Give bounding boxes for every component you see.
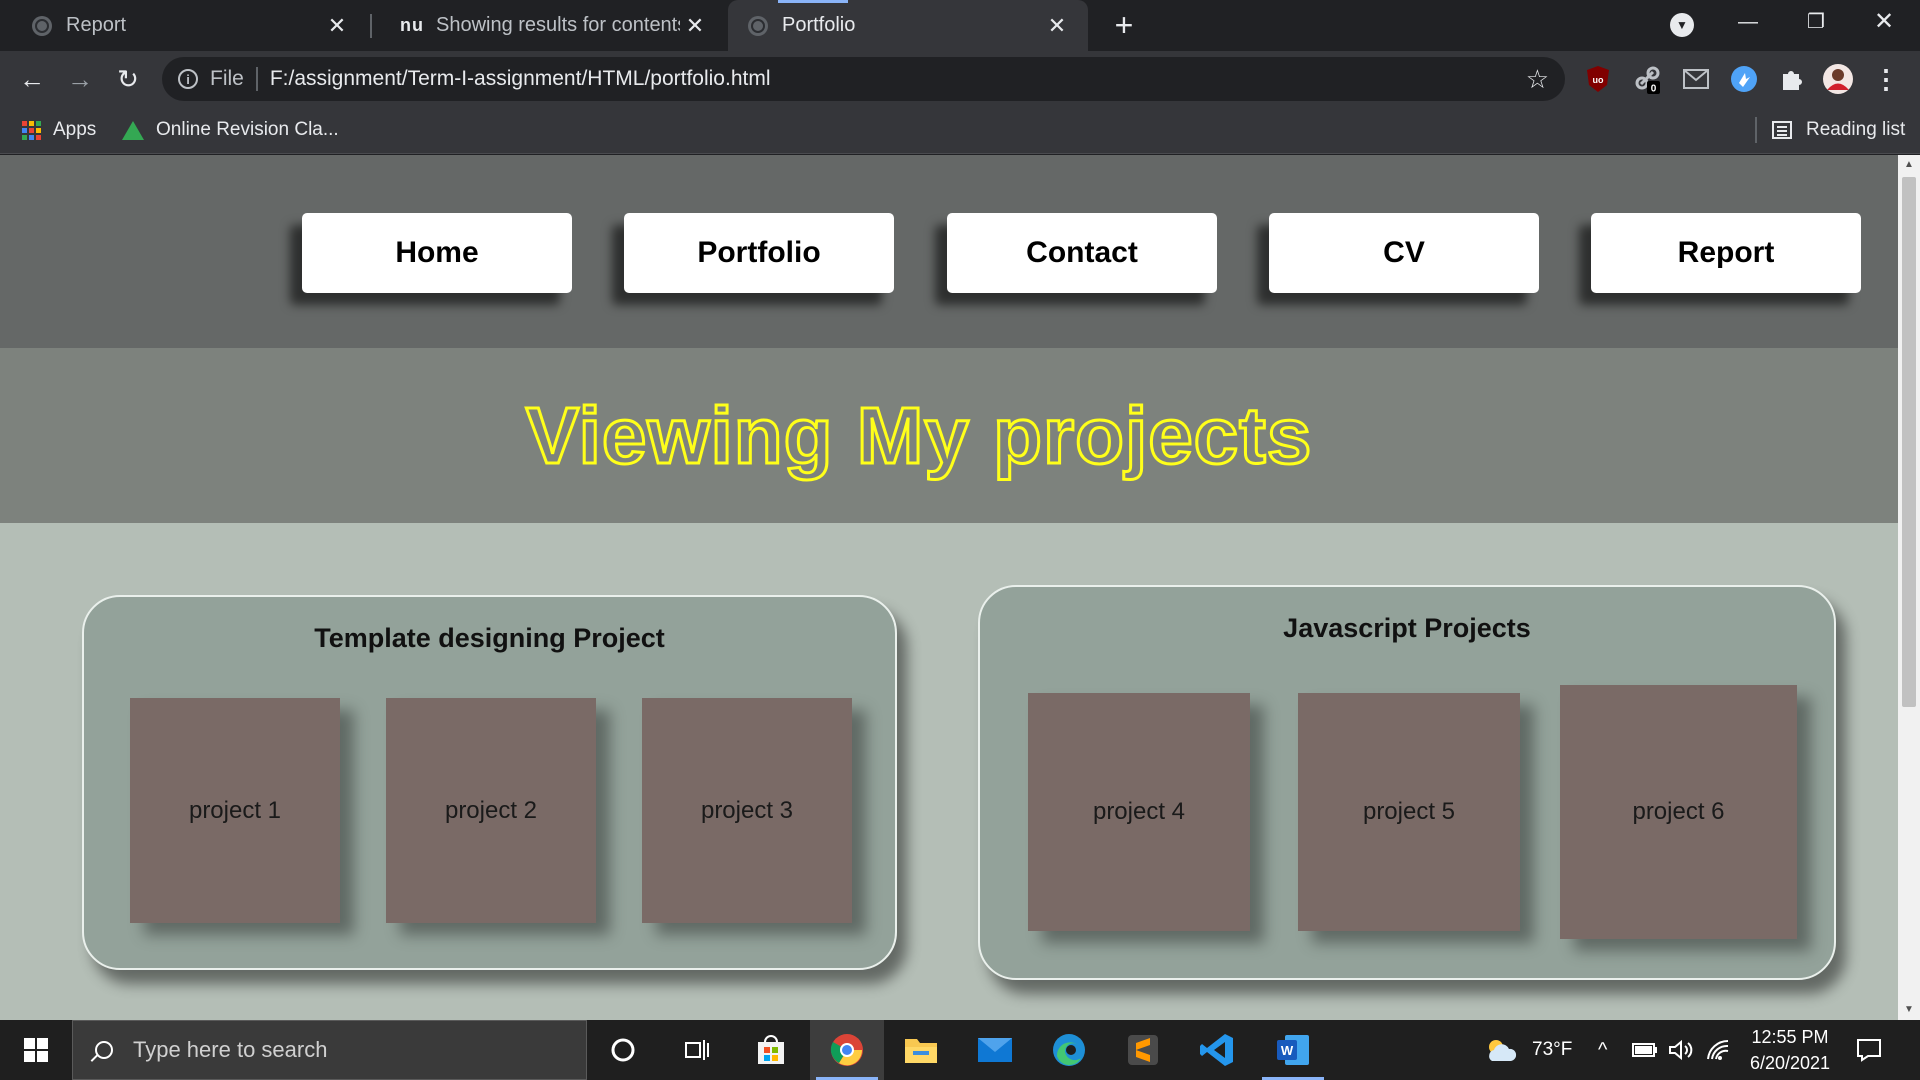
tab-report[interactable]: Report ✕ [0, 0, 368, 51]
weather-widget[interactable]: 73°F [1484, 1020, 1572, 1080]
back-button[interactable]: ← [12, 59, 52, 99]
system-clock[interactable]: 12:55 PM 6/20/2021 [1735, 1024, 1845, 1076]
microsoft-store-icon[interactable] [734, 1020, 808, 1080]
sublime-text-icon[interactable] [1106, 1020, 1180, 1080]
tab-title: Showing results for contents of t [436, 14, 680, 36]
nu-logo-icon: nu [400, 15, 424, 35]
project-card[interactable]: project 1 [130, 698, 340, 923]
tab-portfolio[interactable]: Portfolio ✕ [728, 0, 1088, 51]
start-button[interactable] [0, 1020, 72, 1080]
close-icon[interactable]: ✕ [680, 13, 710, 39]
divider [1755, 117, 1757, 143]
reading-list-label: Reading list [1806, 119, 1906, 140]
browser-tab-strip: Report ✕ nu Showing results for contents… [0, 0, 1920, 51]
hero-banner: Viewing My projects [0, 348, 1898, 523]
page-scrollbar[interactable]: ▲ ▼ [1898, 155, 1920, 1020]
globe-icon [748, 15, 768, 36]
tab-search-results[interactable]: nu Showing results for contents of t ✕ [372, 0, 726, 51]
menu-kebab-icon[interactable]: ⋮ [1870, 63, 1902, 95]
new-tab-button[interactable]: + [1106, 8, 1142, 44]
bookmarks-bar: Apps Online Revision Cla... Reading list [0, 107, 1920, 154]
section-title: Javascript Projects [1283, 613, 1531, 643]
reading-list-icon [1772, 121, 1792, 139]
close-window-button[interactable]: ✕ [1850, 0, 1918, 44]
battery-icon[interactable] [1632, 1020, 1658, 1080]
nav-portfolio-button[interactable]: Portfolio [612, 213, 894, 305]
wifi-icon[interactable] [1706, 1020, 1730, 1080]
link-extension-icon[interactable]: 0 [1632, 63, 1664, 95]
chevron-up-icon[interactable]: ^ [1598, 1020, 1607, 1080]
scroll-down-icon[interactable]: ▼ [1898, 1000, 1920, 1020]
clock-time: 12:55 PM [1751, 1027, 1829, 1047]
nav-home-button[interactable]: Home [290, 213, 572, 305]
bookmark-online-revision[interactable]: Online Revision Cla... [122, 107, 339, 153]
svg-text:uo: uo [1593, 75, 1604, 85]
project-card[interactable]: project 4 [1028, 693, 1250, 931]
bookmark-label: Online Revision Cla... [156, 119, 339, 140]
blue-extension-icon[interactable] [1728, 63, 1760, 95]
mail-icon[interactable] [1680, 63, 1712, 95]
page-title: Viewing My projects [524, 389, 1313, 481]
tab-title: Portfolio [782, 14, 856, 36]
extension-badge: 0 [1651, 84, 1657, 95]
google-drive-icon [122, 120, 144, 140]
globe-icon [32, 15, 52, 36]
search-icon [95, 1041, 113, 1059]
vscode-icon[interactable] [1180, 1020, 1254, 1080]
tab-title: Report [66, 14, 127, 36]
close-icon[interactable]: ✕ [1042, 13, 1072, 39]
edge-icon[interactable] [1032, 1020, 1106, 1080]
url-text[interactable]: F:/assignment/Term-I-assignment/HTML/por… [270, 67, 1526, 91]
project-card[interactable]: project 3 [642, 698, 852, 923]
nav-report-button[interactable]: Report [1579, 213, 1861, 305]
browser-toolbar: ← → ↻ i File F:/assignment/Term-I-assign… [0, 51, 1920, 107]
template-projects-panel: Template designing Project project 1 pro… [82, 595, 897, 970]
puzzle-extensions-icon[interactable] [1776, 63, 1808, 95]
search-placeholder: Type here to search [133, 1037, 328, 1062]
mail-app-icon[interactable] [958, 1020, 1032, 1080]
volume-icon[interactable] [1668, 1020, 1694, 1080]
task-view-icon[interactable] [660, 1020, 734, 1080]
reading-list-button[interactable]: Reading list [1772, 107, 1905, 153]
minimize-button[interactable]: — [1714, 0, 1782, 44]
project-card[interactable]: project 2 [386, 698, 596, 923]
profile-avatar[interactable] [1822, 63, 1854, 95]
page-viewport: Home Portfolio Contact CV Report Viewing… [0, 155, 1898, 1020]
scheme-label: File [210, 67, 244, 90]
windows-logo-icon [24, 1038, 48, 1062]
windows-taskbar: Type here to search W 73°F ^ 12:55 PM 6/… [0, 1020, 1920, 1080]
ublock-icon[interactable]: uo [1582, 63, 1614, 95]
chrome-taskbar-icon[interactable] [810, 1020, 884, 1080]
taskbar-search[interactable]: Type here to search [72, 1020, 587, 1080]
scroll-up-icon[interactable]: ▲ [1898, 155, 1920, 175]
weather-temperature: 73°F [1532, 1039, 1573, 1060]
close-icon[interactable]: ✕ [322, 13, 352, 39]
apps-grid-icon [22, 120, 41, 140]
bookmark-apps[interactable]: Apps [22, 107, 96, 153]
svg-text:W: W [1281, 1043, 1294, 1058]
cloud-sun-icon [1489, 1040, 1517, 1061]
section-title: Template designing Project [314, 623, 665, 653]
file-explorer-icon[interactable] [884, 1020, 958, 1080]
notification-center-icon[interactable] [1856, 1020, 1882, 1080]
forward-button[interactable]: → [60, 59, 100, 99]
scrollbar-thumb[interactable] [1902, 177, 1916, 707]
nav-contact-button[interactable]: Contact [935, 213, 1217, 305]
cortana-icon[interactable] [586, 1020, 660, 1080]
javascript-projects-panel: Javascript Projects project 4 project 5 … [978, 585, 1836, 980]
bookmark-label: Apps [53, 119, 97, 140]
clock-date: 6/20/2021 [1749, 1053, 1831, 1073]
address-bar[interactable]: i File F:/assignment/Term-I-assignment/H… [162, 57, 1565, 101]
tab-search-icon[interactable]: ▼ [1670, 13, 1694, 37]
divider [255, 67, 258, 91]
project-card[interactable]: project 6 [1560, 685, 1797, 939]
reload-button[interactable]: ↻ [108, 59, 148, 99]
project-card[interactable]: project 5 [1298, 693, 1520, 931]
bookmark-star-icon[interactable]: ☆ [1526, 64, 1549, 95]
site-navigation: Home Portfolio Contact CV Report [0, 155, 1898, 348]
word-icon[interactable]: W [1256, 1020, 1330, 1080]
restore-button[interactable]: ❐ [1782, 0, 1850, 44]
nav-cv-button[interactable]: CV [1257, 213, 1539, 305]
info-icon[interactable]: i [178, 69, 198, 89]
